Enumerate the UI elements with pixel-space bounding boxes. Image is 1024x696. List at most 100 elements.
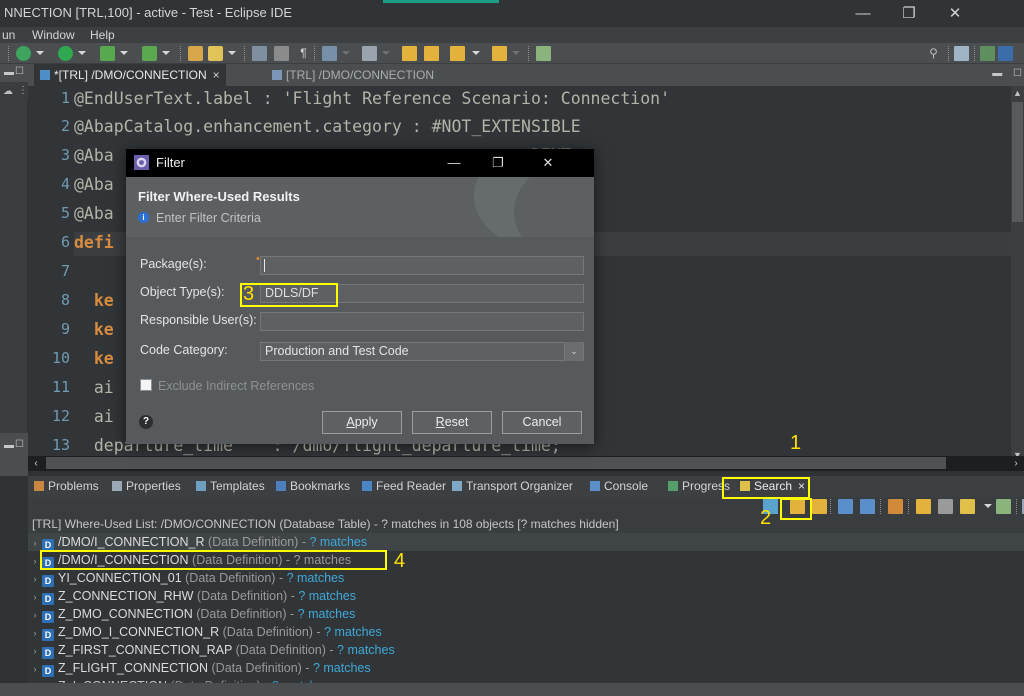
run-as-icon[interactable] — [100, 46, 115, 61]
editor-vertical-scrollbar[interactable]: ▲ ▼ — [1011, 86, 1024, 462]
collapse-all-icon[interactable] — [860, 499, 875, 514]
window-close-button[interactable]: ✕ — [932, 0, 978, 27]
coverage-icon[interactable] — [142, 46, 157, 61]
tab-templates[interactable]: Templates — [196, 476, 265, 497]
perspective-abap-icon[interactable] — [954, 46, 969, 61]
grouping-icon[interactable] — [888, 499, 903, 514]
chevron-down-icon[interactable]: ⌄ — [564, 342, 583, 361]
new-search-icon[interactable] — [996, 499, 1011, 514]
edit-pencil-icon[interactable] — [208, 46, 223, 61]
run-as-dropdown-icon[interactable] — [120, 51, 128, 55]
list-item[interactable]: › D Z_DMO_CONNECTION (Data Definition) - ?… — [28, 605, 1024, 623]
stop-search-icon[interactable] — [938, 499, 953, 514]
list-item[interactable]: › D Z_FIRST_CONNECTION_RAP (Data Definitio… — [28, 641, 1024, 659]
last-edit-dropdown-icon[interactable] — [382, 51, 390, 55]
maximize-editor-icon[interactable]: ☐ — [1013, 68, 1022, 79]
minimize-bottom-view-icon[interactable]: ▬ — [4, 440, 14, 451]
view-menu-icon[interactable]: ⋮ — [18, 85, 28, 96]
expand-twisty-icon[interactable]: › — [28, 642, 42, 660]
open-object-icon[interactable] — [322, 46, 337, 61]
toolbar-separator-4 — [314, 46, 315, 61]
tab-bookmarks[interactable]: Bookmarks — [276, 476, 350, 497]
open-folder-icon[interactable] — [188, 46, 203, 61]
help-icon[interactable]: ? — [139, 415, 153, 429]
new-object-icon[interactable] — [536, 46, 551, 61]
debug-dropdown-icon[interactable] — [36, 51, 44, 55]
expand-all-icon[interactable] — [838, 499, 853, 514]
code-category-select[interactable]: Production and Test Code ⌄ — [260, 342, 584, 361]
run-icon[interactable] — [58, 46, 73, 61]
navigate-back-dropdown-icon[interactable] — [472, 51, 480, 55]
expand-twisty-icon[interactable]: › — [28, 624, 42, 642]
exclude-indirect-references-checkbox[interactable] — [140, 379, 152, 391]
run-dropdown-icon[interactable] — [78, 51, 86, 55]
header-decoration-2 — [514, 177, 594, 237]
maximize-view-icon[interactable]: ☐ — [15, 66, 24, 77]
window-minimize-button[interactable]: — — [840, 0, 886, 27]
expand-twisty-icon[interactable]: › — [28, 588, 42, 606]
element-info-icon[interactable] — [274, 46, 289, 61]
expand-twisty-icon[interactable]: › — [28, 660, 42, 678]
pin-search-icon[interactable] — [916, 499, 931, 514]
search-history-dropdown-icon[interactable] — [984, 504, 992, 508]
editor-horizontal-scroll-thumb[interactable] — [46, 457, 946, 469]
filter-dialog-maximize-button[interactable]: ❐ — [478, 149, 518, 177]
list-item[interactable]: › D/DMO/I_CONNECTION_R (Data Definition) … — [28, 533, 1024, 551]
packages-input[interactable] — [260, 256, 584, 275]
coverage-dropdown-icon[interactable] — [162, 51, 170, 55]
menu-item-window[interactable]: Window — [32, 27, 75, 43]
editor-scroll-up-icon[interactable]: ▲ — [1011, 86, 1024, 100]
menu-item-help[interactable]: Help — [90, 27, 115, 43]
filter-dialog-close-button[interactable]: ✕ — [528, 149, 568, 177]
responsible-users-input[interactable] — [260, 312, 584, 331]
tab-progress[interactable]: Progress — [668, 476, 730, 497]
cancel-button[interactable]: Cancel — [502, 411, 582, 434]
navigate-forward-dropdown-icon[interactable] — [512, 51, 520, 55]
minimize-editor-icon[interactable]: ▬ — [992, 68, 1002, 79]
expand-twisty-icon[interactable]: › — [28, 570, 42, 588]
tab-properties[interactable]: Properties — [112, 476, 181, 497]
navigate-back-icon[interactable] — [450, 46, 465, 61]
editor-tab-ddl[interactable]: *[TRL] /DMO/CONNECTION × — [34, 64, 226, 86]
tab-console[interactable]: Console — [590, 476, 648, 497]
reset-button[interactable]: Reset — [412, 411, 492, 434]
expand-twisty-icon[interactable]: › — [28, 606, 42, 624]
perspective-active-icon[interactable] — [998, 46, 1013, 61]
list-item[interactable]: › D YI_CONNECTION_01 (Data Definition) - ?… — [28, 569, 1024, 587]
tab-problems-label: Problems — [48, 479, 99, 493]
back-arrow-icon[interactable] — [402, 46, 417, 61]
window-maximize-button[interactable]: ❐ — [886, 0, 932, 27]
search-history-icon[interactable] — [960, 499, 975, 514]
search-icon[interactable]: ⚲ — [926, 46, 941, 61]
tab-feed-reader[interactable]: Feed Reader — [362, 476, 446, 497]
tab-transport-organizer[interactable]: Transport Organizer — [452, 476, 573, 497]
editor-scroll-right-icon[interactable]: › — [1008, 456, 1024, 471]
open-object-dropdown-icon[interactable] — [342, 51, 350, 55]
perspective-debug-icon[interactable] — [980, 46, 995, 61]
maximize-bottom-view-icon[interactable]: ☐ — [15, 439, 24, 450]
debug-icon[interactable] — [16, 46, 31, 61]
editor-tab-ddl-close-icon[interactable]: × — [213, 68, 220, 82]
pilcrow-icon[interactable]: ¶ — [296, 46, 311, 61]
list-item[interactable]: › D Z_FLIGHT_CONNECTION (Data Definition) … — [28, 659, 1024, 677]
editor-scroll-left-icon[interactable]: ‹ — [28, 456, 44, 471]
apply-button[interactable]: Apply — [322, 411, 402, 434]
tab-problems[interactable]: Problems — [34, 476, 99, 497]
list-item[interactable]: › D Z_DMO_I_CONNECTION_R (Data Definition)… — [28, 623, 1024, 641]
abap-doc-icon[interactable] — [252, 46, 267, 61]
forward-arrow-icon[interactable] — [424, 46, 439, 61]
editor-vertical-scroll-thumb[interactable] — [1012, 102, 1023, 222]
editor-horizontal-scrollbar[interactable]: ‹ › — [28, 456, 1024, 471]
filter-dialog[interactable]: Filter — ❐ ✕ Filter Where-Used Results i… — [126, 149, 594, 444]
line-number: 5 — [60, 204, 70, 222]
minimize-view-icon[interactable]: ▬ — [4, 67, 14, 78]
edit-dropdown-icon[interactable] — [228, 51, 236, 55]
previous-match-icon[interactable] — [812, 499, 827, 514]
editor-tab-table[interactable]: [TRL] /DMO/CONNECTION — [266, 64, 440, 86]
outline-view-icon[interactable]: ☁ — [3, 86, 13, 97]
last-edit-icon[interactable] — [362, 46, 377, 61]
navigate-forward-icon[interactable] — [492, 46, 507, 61]
filter-dialog-minimize-button[interactable]: — — [434, 149, 474, 177]
menu-item-run[interactable]: un — [2, 27, 15, 43]
list-item[interactable]: › D Z_CONNECTION_RHW (Data Definition) - ?… — [28, 587, 1024, 605]
